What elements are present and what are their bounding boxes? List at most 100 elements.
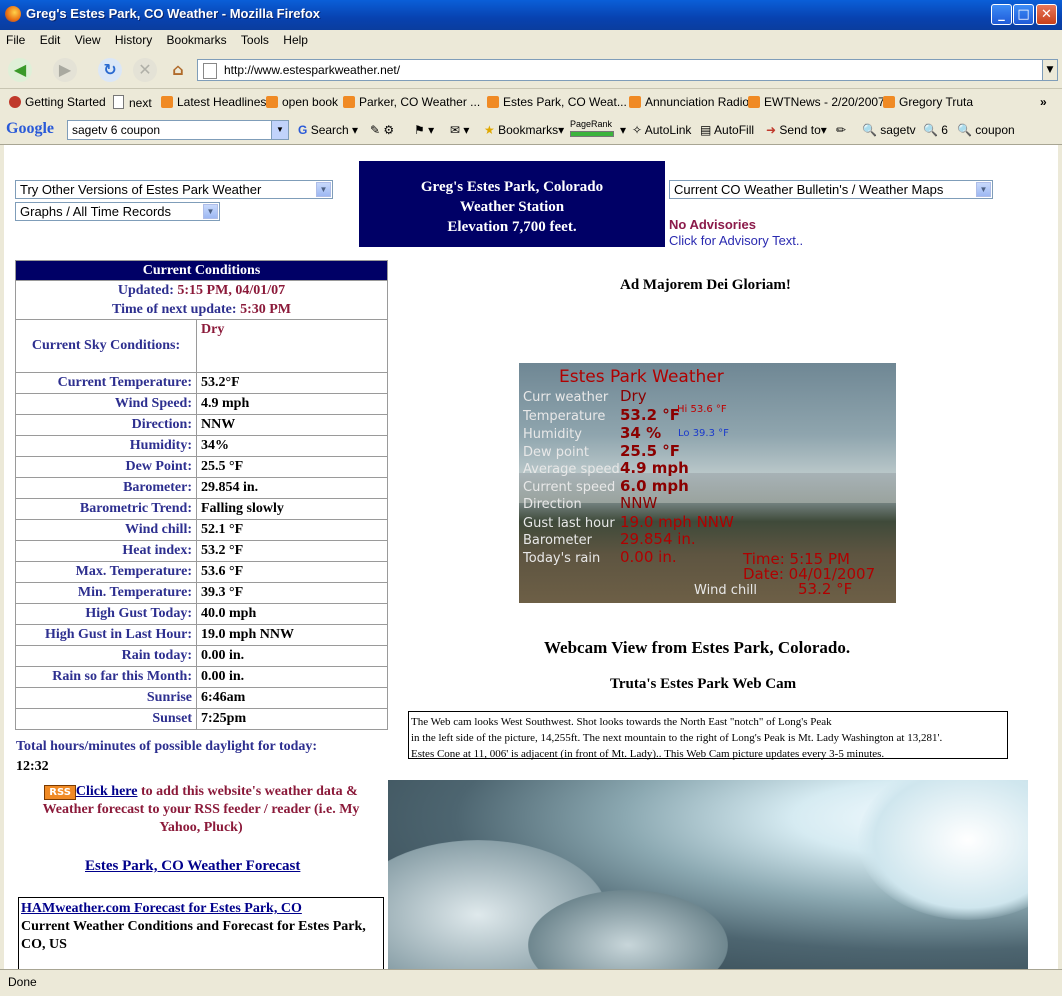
forecast-link[interactable]: Estes Park, CO Weather Forecast [85, 858, 300, 874]
bookmark-next[interactable]: next [113, 95, 152, 110]
bookmark-annunciation-radio[interactable]: Annunciation Radio [629, 95, 749, 109]
overlay-rain-value: 0.00 in. [620, 548, 677, 566]
table-row: Wind Speed: 4.9 mph [15, 393, 388, 415]
daylight-label: Total hours/minutes of possible daylight… [16, 739, 318, 754]
menu-bookmarks[interactable]: Bookmarks [161, 30, 232, 47]
overlay-title: Estes Park Weather [559, 367, 724, 387]
highlighter-icon[interactable]: ✏ [836, 123, 846, 137]
google-toolbar: Google sagetv 6 coupon ▼ G Search ▾ ✎ ⚙ ⚑… [0, 115, 1062, 145]
firefox-icon [5, 6, 21, 22]
page-favicon [203, 63, 217, 79]
stop-icon[interactable]: ✕ [133, 58, 157, 82]
rss-badge[interactable]: RSS [44, 785, 76, 800]
weather-overlay-image: Estes Park Weather Curr weather Dry Temp… [519, 363, 896, 603]
webcam-description: The Web cam looks West Southwest. Shot l… [408, 711, 1008, 760]
rss-link[interactable]: Click here [76, 784, 138, 799]
hamweather-text: Current Weather Conditions and Forecast … [21, 919, 366, 952]
table-row: Direction: NNW [15, 414, 388, 436]
overlay-hum-label: Humidity [523, 427, 582, 442]
bookmark-estes-park-weather[interactable]: Estes Park, CO Weat... [487, 95, 627, 109]
rss-icon [748, 96, 760, 108]
pagerank-dropdown-icon[interactable]: ▾ [620, 123, 626, 137]
current-conditions-table: Current Conditions Updated: 5:15 PM, 04/… [15, 260, 388, 730]
page-content: Try Other Versions of Estes Park Weather… [4, 145, 1058, 969]
station-elevation: Elevation 7,700 feet. [447, 219, 577, 235]
overlay-curr-value: Dry [620, 387, 647, 405]
minimize-button[interactable]: _ [991, 4, 1012, 25]
google-search-input[interactable]: sagetv 6 coupon ▼ [67, 120, 289, 140]
search-icon: 🔍 [957, 123, 972, 137]
star-icon: ★ [484, 123, 495, 137]
bookmark-ewtnews[interactable]: EWTNews - 2/20/2007 [748, 95, 885, 109]
back-icon[interactable]: ◀ [8, 58, 32, 82]
overlay-dir-label: Direction [523, 497, 582, 512]
autolink-button[interactable]: ✧ AutoLink [632, 123, 691, 137]
graphs-select[interactable]: Graphs / All Time Records ▼ [15, 202, 220, 221]
bookmark-latest-headlines[interactable]: Latest Headlines [161, 95, 266, 109]
table-row: High Gust Today: 40.0 mph [15, 603, 388, 625]
table-row: Wind chill: 52.1 °F [15, 519, 388, 541]
overlay-gust-label: Gust last hour [523, 516, 615, 531]
table-row: High Gust in Last Hour: 19.0 mph NNW [15, 624, 388, 646]
bookmark-open-book[interactable]: open book [266, 95, 338, 109]
bookmarks-toolbar: Getting Started next Latest Headlines op… [0, 89, 1062, 115]
menu-tools[interactable]: Tools [235, 30, 274, 47]
rss-icon [883, 96, 895, 108]
search-term-6[interactable]: 🔍 6 [923, 123, 948, 137]
table-row: Rain today: 0.00 in. [15, 645, 388, 667]
advisory-link[interactable]: Click for Advisory Text.. [669, 233, 803, 248]
status-text: Done [8, 975, 37, 989]
station-banner: Greg's Estes Park, Colorado Weather Stat… [359, 161, 665, 247]
overlay-baro-label: Barometer [523, 533, 592, 548]
bookmark-getting-started[interactable]: Getting Started [9, 95, 106, 109]
window-title: Greg's Estes Park, CO Weather - Mozilla … [26, 6, 320, 21]
send-to-button[interactable]: ➜ Send to▾ [766, 123, 827, 137]
table-row: Heat index: 53.2 °F [15, 540, 388, 562]
window-titlebar: Greg's Estes Park, CO Weather - Mozilla … [0, 0, 1062, 30]
chevron-down-icon[interactable]: ▼ [271, 121, 288, 139]
overlay-baro-value: 29.854 in. [620, 530, 696, 548]
menu-file[interactable]: File [0, 30, 30, 47]
pagerank-indicator: PageRank [570, 119, 614, 139]
url-dropdown-icon[interactable]: ▼ [1042, 59, 1058, 81]
highlight-icon[interactable]: ✎ ⚙ [370, 123, 394, 137]
bookmark-parker-weather[interactable]: Parker, CO Weather ... [343, 95, 480, 109]
google-logo[interactable]: Google [6, 120, 54, 138]
maximize-button[interactable]: □ [1013, 4, 1034, 25]
menu-edit[interactable]: Edit [34, 30, 66, 47]
google-search-button[interactable]: G Search ▾ [298, 123, 358, 137]
forward-icon[interactable]: ▶ [53, 58, 77, 82]
status-bar: Done [0, 969, 1062, 996]
search-icon: 🔍 [862, 123, 877, 137]
url-input[interactable]: http://www.estesparkweather.net/ [197, 59, 1043, 81]
bulletins-select[interactable]: Current CO Weather Bulletin's / Weather … [669, 180, 993, 199]
wand-icon: ✧ [632, 123, 643, 137]
hamweather-link[interactable]: HAMweather.com Forecast for Estes Park, … [21, 901, 302, 916]
google-bookmarks-button[interactable]: ★ Bookmarks▾ [484, 123, 564, 137]
overlay-avg-label: Average speed [523, 462, 620, 477]
search-term-sagetv[interactable]: 🔍 sagetv [862, 123, 916, 137]
close-button[interactable]: ✕ [1036, 4, 1057, 25]
table-row: Current Temperature: 53.2°F [15, 372, 388, 394]
search-term-coupon[interactable]: 🔍 coupon [957, 123, 1015, 137]
chevron-down-icon: ▼ [316, 182, 331, 197]
popup-blocker-icon[interactable]: ⚑ ▾ [414, 123, 434, 137]
overlay-cur-value: 6.0 mph [620, 477, 689, 495]
bookmark-gregory-truta[interactable]: Gregory Truta [883, 95, 973, 109]
versions-select[interactable]: Try Other Versions of Estes Park Weather… [15, 180, 333, 199]
overlay-avg-value: 4.9 mph [620, 459, 689, 477]
overlay-dir-value: NNW [620, 494, 658, 512]
overlay-curr-label: Curr weather [523, 390, 609, 405]
chevron-more-icon[interactable]: » [1040, 95, 1047, 109]
menu-history[interactable]: History [109, 30, 157, 47]
gmail-icon[interactable]: ✉ ▾ [450, 123, 469, 137]
home-icon[interactable]: ⌂ [166, 58, 190, 82]
overlay-cur-label: Current speed [523, 480, 616, 495]
autofill-button[interactable]: ▤ AutoFill [700, 123, 754, 137]
menu-help[interactable]: Help [277, 30, 313, 47]
reload-icon[interactable]: ↻ [98, 58, 122, 82]
search-icon: 🔍 [923, 123, 938, 137]
menu-view[interactable]: View [69, 30, 106, 47]
table-row: Rain so far this Month: 0.00 in. [15, 666, 388, 688]
menu-bar: File Edit View History Bookmarks Tools H… [0, 30, 1062, 52]
